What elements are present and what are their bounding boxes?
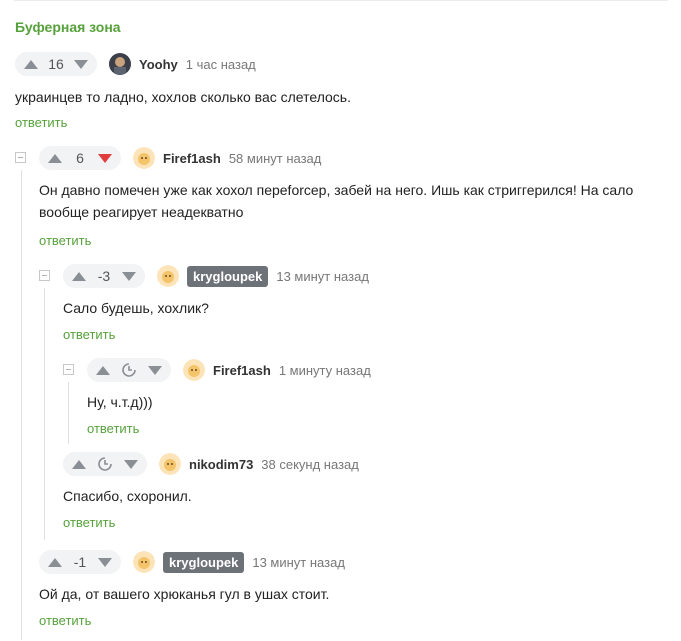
vote-control: -3: [63, 264, 145, 288]
vote-control: [87, 358, 171, 382]
reply-button[interactable]: ответить: [39, 613, 91, 628]
comment-score: -3: [97, 268, 111, 284]
downvote-icon[interactable]: [119, 264, 139, 288]
comment-time[interactable]: 1 минуту назад: [279, 363, 371, 378]
clock-icon: [95, 452, 115, 476]
collapse-icon[interactable]: [39, 270, 50, 281]
collapse-icon[interactable]: [15, 152, 26, 163]
comment-score: 6: [76, 150, 84, 166]
comment-author[interactable]: Firef1ash: [213, 363, 271, 378]
downvote-icon[interactable]: [121, 452, 141, 476]
comment-time[interactable]: 13 минут назад: [276, 269, 369, 284]
vote-control: 16: [15, 52, 97, 76]
avatar-icon[interactable]: [133, 147, 155, 169]
downvote-icon[interactable]: [71, 52, 91, 76]
reply-button[interactable]: ответить: [15, 115, 67, 130]
comment-author[interactable]: Firef1ash: [163, 151, 221, 166]
comment-header: nikodim73 38 секунд назад: [63, 452, 359, 476]
comment-time[interactable]: 1 час назад: [186, 57, 256, 72]
comment-time[interactable]: 38 секунд назад: [261, 457, 359, 472]
top-divider: [14, 0, 668, 1]
thread-line: [44, 288, 45, 540]
upvote-icon[interactable]: [21, 52, 41, 76]
reply-button[interactable]: ответить: [63, 515, 115, 530]
vote-control: -1: [39, 550, 121, 574]
upvote-icon[interactable]: [45, 146, 65, 170]
downvote-icon[interactable]: [95, 550, 115, 574]
comment-header: -1 krygloupek 13 минут назад: [39, 550, 345, 574]
thread-line: [21, 170, 22, 640]
downvote-icon[interactable]: [145, 358, 165, 382]
comment-header: Firef1ash 1 минуту назад: [87, 358, 371, 382]
reply-button[interactable]: ответить: [63, 327, 115, 342]
upvote-icon[interactable]: [45, 550, 65, 574]
downvote-icon[interactable]: [95, 146, 115, 170]
reply-button[interactable]: ответить: [87, 421, 139, 436]
comment-author[interactable]: Yoohy: [139, 57, 178, 72]
reply-button[interactable]: ответить: [39, 233, 91, 248]
avatar-icon[interactable]: [183, 359, 205, 381]
comment-author[interactable]: krygloupek: [163, 551, 245, 573]
upvote-icon[interactable]: [93, 358, 113, 382]
comment-header: 6 Firef1ash 58 минут назад: [39, 146, 321, 170]
avatar-icon[interactable]: [157, 265, 179, 287]
vote-control: 6: [39, 146, 121, 170]
comment-time[interactable]: 58 минут назад: [229, 151, 322, 166]
section-title: Буферная зона: [15, 19, 121, 35]
comment-text: Спасибо, схоронил.: [63, 488, 192, 504]
vote-control: [63, 452, 147, 476]
comment-text: Ну, ч.т.д))): [87, 394, 153, 410]
comment-score: 16: [48, 56, 64, 72]
comment-author[interactable]: krygloupek: [187, 265, 269, 287]
comment-time[interactable]: 13 минут назад: [252, 555, 345, 570]
comment-score: -1: [73, 554, 87, 570]
upvote-icon[interactable]: [69, 452, 89, 476]
avatar-icon[interactable]: [159, 453, 181, 475]
comment-author[interactable]: nikodim73: [189, 457, 253, 472]
thread-line: [68, 382, 69, 444]
comment-text: Он давно помечен уже как хохол переforce…: [39, 182, 634, 220]
avatar-icon[interactable]: [133, 551, 155, 573]
clock-icon: [119, 358, 139, 382]
comment-text: Ой да, от вашего хрюканья гул в ушах сто…: [39, 586, 330, 602]
avatar[interactable]: [109, 53, 131, 75]
comment-header: 16 Yoohy 1 час назад: [15, 52, 256, 76]
comment-text: украинцев то ладно, хохлов сколько вас с…: [15, 89, 351, 105]
collapse-icon[interactable]: [63, 364, 74, 375]
comment-text: Сало будешь, хохлик?: [63, 300, 209, 316]
comment-header: -3 krygloupek 13 минут назад: [63, 264, 369, 288]
upvote-icon[interactable]: [69, 264, 89, 288]
